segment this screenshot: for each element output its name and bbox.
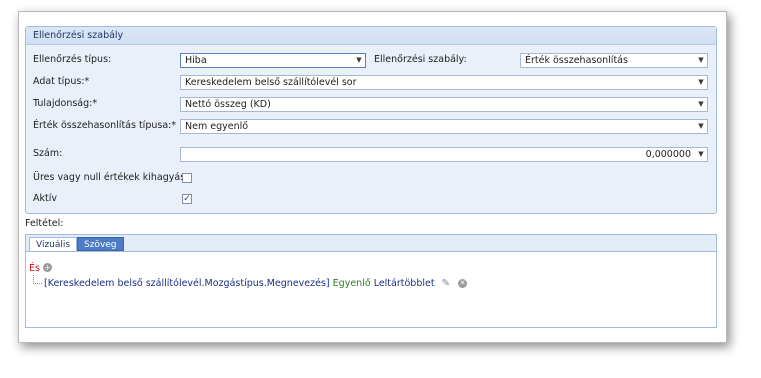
- comparison-type-combo[interactable]: Nem egyenlő ▼: [180, 119, 708, 134]
- check-rule-value: Érték összehasonlítás: [525, 55, 628, 66]
- property-combo[interactable]: Nettó összeg (KD) ▼: [180, 97, 708, 112]
- data-type-label: Adat típus:*: [33, 76, 90, 87]
- chevron-down-icon[interactable]: ▼: [695, 76, 707, 89]
- check-type-value: Hiba: [185, 55, 207, 66]
- pencil-icon[interactable]: ✎: [442, 278, 450, 289]
- check-type-label: Ellenőrzés típus:: [33, 54, 112, 65]
- number-spin-input[interactable]: 0,000000 ▼: [180, 147, 708, 162]
- condition-operator[interactable]: Egyenlő: [333, 278, 371, 289]
- plus-circle-icon[interactable]: +: [43, 263, 52, 272]
- condition-tabbar: Vizuális Szöveg: [26, 235, 716, 252]
- active-checkbox[interactable]: ✓: [182, 194, 192, 204]
- property-label: Tulajdonság:*: [33, 98, 98, 109]
- and-operator[interactable]: És: [29, 263, 40, 274]
- number-label: Szám:: [33, 148, 63, 159]
- active-label: Aktív: [33, 193, 57, 204]
- chevron-down-icon[interactable]: ▼: [695, 148, 707, 161]
- number-value: 0,000000: [645, 149, 691, 160]
- comparison-type-value: Nem egyenlő: [185, 121, 249, 132]
- chevron-down-icon[interactable]: ▼: [695, 98, 707, 111]
- skip-empty-checkbox[interactable]: [182, 173, 192, 183]
- tree-connector: [33, 275, 42, 284]
- chevron-down-icon[interactable]: ▼: [695, 54, 707, 67]
- check-rule-label: Ellenőrzési szabály:: [374, 54, 467, 65]
- condition-editor: Vizuális Szöveg És + [Kereskedelem belső…: [25, 234, 717, 328]
- close-circle-icon[interactable]: ✕: [458, 279, 468, 288]
- data-type-value: Kereskedelem belső szállítólevél sor: [185, 77, 357, 88]
- tab-text[interactable]: Szöveg: [77, 237, 124, 251]
- group-title: Ellenőrzési szabály: [26, 27, 716, 45]
- tab-visual[interactable]: Vizuális: [29, 237, 78, 251]
- comparison-type-label: Érték összehasonlítás típusa:*: [33, 120, 177, 131]
- chevron-down-icon[interactable]: ▼: [353, 54, 365, 67]
- rule-editor-window: Ellenőrzési szabály Ellenőrzés típus: Hi…: [18, 11, 727, 343]
- condition-rule: [Kereskedelem belső szállítólevél.Mozgás…: [44, 278, 468, 289]
- checkmark-icon: ✓: [183, 194, 191, 204]
- property-value: Nettó összeg (KD): [185, 99, 271, 110]
- condition-field[interactable]: [Kereskedelem belső szállítólevél.Mozgás…: [44, 278, 330, 289]
- check-rule-combo[interactable]: Érték összehasonlítás ▼: [520, 53, 708, 68]
- data-type-combo[interactable]: Kereskedelem belső szállítólevél sor ▼: [180, 75, 708, 90]
- check-type-combo[interactable]: Hiba ▼: [180, 53, 366, 68]
- condition-value[interactable]: Leltártöbblet: [374, 278, 435, 289]
- rule-group-box: Ellenőrzési szabály Ellenőrzés típus: Hi…: [25, 26, 717, 214]
- condition-label: Feltétel:: [25, 218, 64, 229]
- chevron-down-icon[interactable]: ▼: [695, 120, 707, 133]
- skip-empty-label: Üres vagy null értékek kihagyása: [33, 172, 191, 183]
